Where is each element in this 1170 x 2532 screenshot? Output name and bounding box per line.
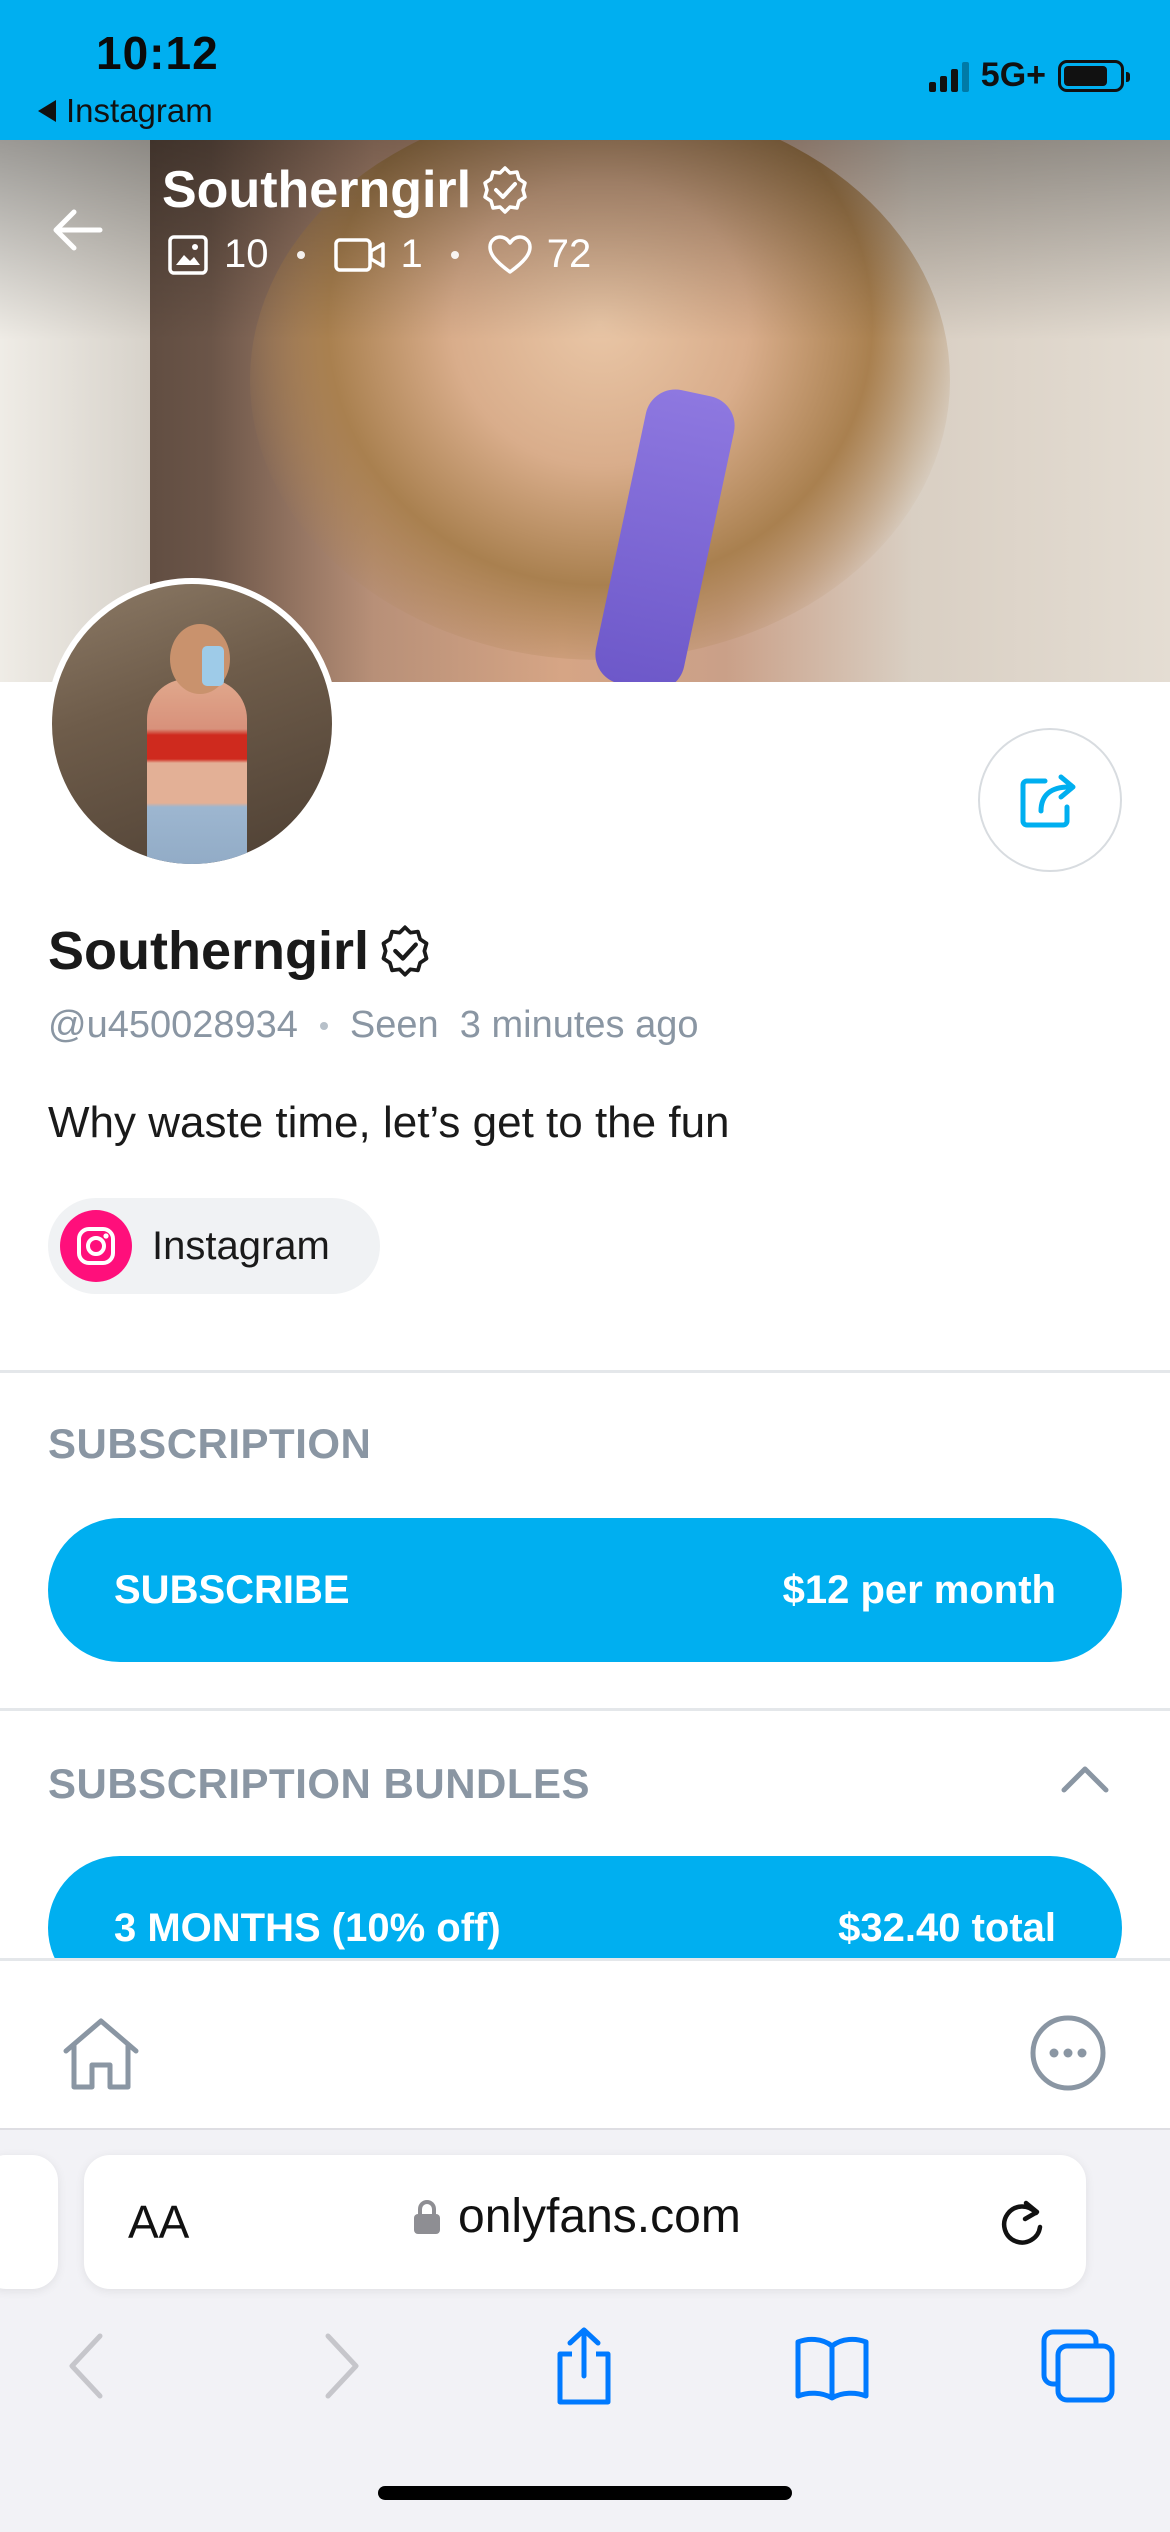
bottom-nav — [0, 1958, 1170, 2128]
profile-bio: Why waste time, let’s get to the fun — [48, 1098, 730, 1147]
browser-back-icon[interactable] — [48, 2326, 128, 2406]
tabs-icon[interactable] — [1038, 2326, 1118, 2406]
back-app-label: Instagram — [66, 92, 213, 129]
like-count: 72 — [546, 232, 592, 276]
bundle-label: 3 MONTHS (10% off) — [114, 1905, 501, 1950]
stat-separator — [296, 250, 305, 259]
more-options-icon[interactable] — [1028, 2013, 1108, 2093]
subscribe-label: SUBSCRIBE — [114, 1567, 350, 1612]
photo-icon — [168, 234, 208, 275]
instagram-link-label: Instagram — [152, 1223, 330, 1268]
subscription-title: SUBSCRIPTION — [48, 1420, 372, 1467]
network-label: 5G+ — [980, 56, 1046, 94]
verified-badge-icon — [483, 166, 527, 214]
share-icon — [1020, 774, 1076, 828]
avatar-photo-body — [147, 679, 247, 864]
instagram-icon — [60, 1210, 132, 1282]
address-bar[interactable]: AA onlyfans.com — [84, 2155, 1086, 2289]
status-bar: 10:12 Instagram 5G+ — [0, 0, 1170, 140]
previous-tab-peek[interactable] — [0, 2155, 58, 2289]
instagram-link[interactable]: Instagram — [48, 1198, 380, 1294]
lock-icon — [414, 2199, 440, 2234]
section-divider — [0, 1708, 1170, 1711]
cover-title: Southerngirl — [162, 160, 531, 220]
cover-stats: 10 1 72 — [166, 232, 591, 277]
photo-count: 10 — [224, 232, 269, 276]
subscribe-price: $12 per month — [782, 1567, 1056, 1612]
text-size-button[interactable]: AA — [128, 2195, 189, 2249]
collapse-chevron-icon[interactable] — [1060, 1762, 1110, 1796]
reload-icon[interactable] — [996, 2197, 1048, 2249]
back-arrow-icon[interactable] — [48, 200, 108, 260]
verified-badge-icon — [381, 925, 429, 977]
video-count: 1 — [400, 232, 423, 276]
text-size-label: AA — [128, 2196, 190, 2248]
url-text: onlyfans.com — [458, 2190, 741, 2243]
back-triangle-icon — [38, 100, 56, 122]
profile-title: Southerngirl — [48, 920, 433, 982]
browser-forward-icon[interactable] — [300, 2326, 380, 2406]
battery-icon — [1058, 59, 1130, 92]
subscribe-button[interactable]: SUBSCRIBE $12 per month — [48, 1518, 1122, 1662]
cover-name: Southerngirl — [162, 161, 472, 219]
share-button[interactable] — [978, 728, 1122, 872]
profile-name: Southerngirl — [48, 921, 369, 981]
back-to-app-button[interactable]: Instagram — [38, 92, 213, 130]
profile-meta: @u450028934 Seen 3 minutes ago — [48, 1004, 699, 1047]
signal-icon — [928, 60, 969, 92]
home-indicator — [378, 2486, 792, 2500]
stat-separator — [450, 250, 459, 259]
video-icon — [333, 237, 385, 272]
meta-separator — [319, 1021, 328, 1030]
browser-toolbar: AA onlyfans.com — [0, 2128, 1170, 2532]
home-icon[interactable] — [58, 2011, 144, 2097]
bookmarks-icon[interactable] — [792, 2326, 872, 2406]
status-time: 10:12 — [96, 27, 219, 79]
bundles-title: SUBSCRIPTION BUNDLES — [48, 1760, 591, 1807]
bundle-price: $32.40 total — [838, 1905, 1056, 1950]
url-display[interactable]: onlyfans.com — [414, 2189, 741, 2244]
last-seen: Seen 3 minutes ago — [349, 1004, 699, 1046]
heart-icon — [488, 234, 532, 274]
status-indicators: 5G+ — [928, 56, 1130, 95]
avatar-photo-phone — [202, 646, 224, 686]
avatar[interactable] — [46, 578, 338, 870]
section-divider — [0, 1370, 1170, 1373]
browser-share-icon[interactable] — [544, 2326, 624, 2406]
profile-handle: @u450028934 — [48, 1004, 298, 1046]
